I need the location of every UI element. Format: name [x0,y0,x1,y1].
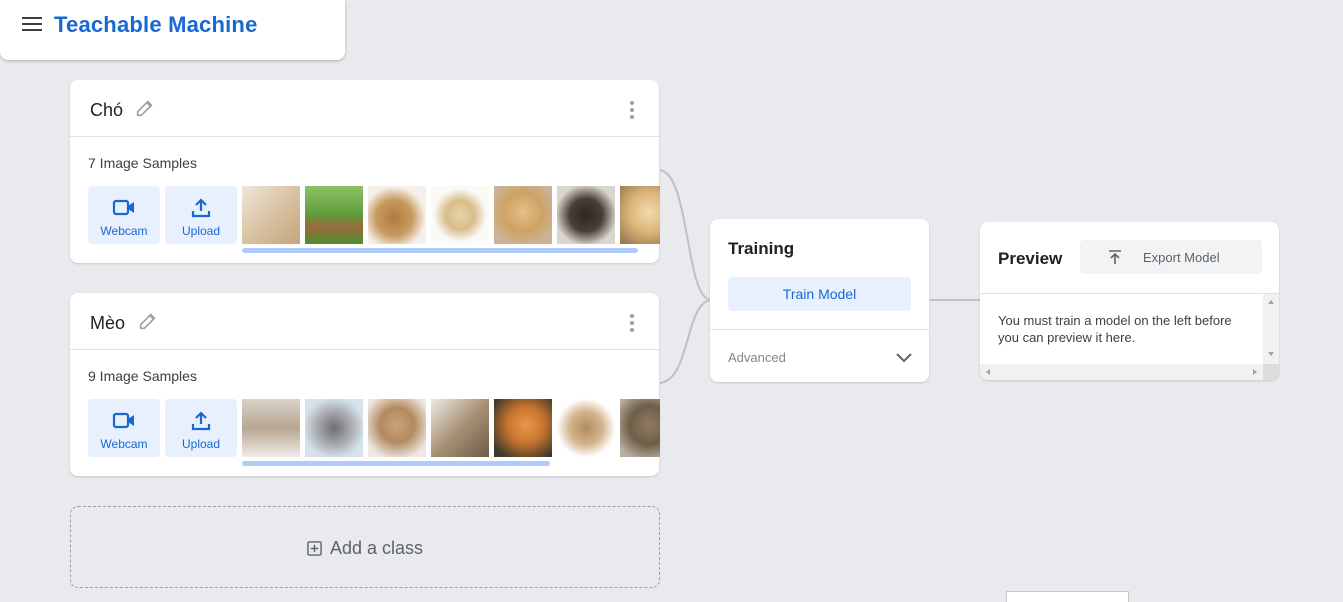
golden-puppy-photo[interactable] [494,186,552,244]
scroll-left-icon[interactable] [986,369,990,375]
more-options-icon[interactable] [629,101,635,119]
beagle-photo[interactable] [305,186,363,244]
samples-count: 7 Image Samples [88,155,197,171]
training-card: Training Train Model Advanced [710,219,929,382]
scroll-right-icon[interactable] [1253,369,1257,375]
samples-progress-bar[interactable] [242,248,638,253]
hamburger-menu-icon[interactable] [22,17,42,33]
scroll-down-icon[interactable] [1268,352,1274,356]
kittens-photo[interactable] [242,399,300,457]
divider [980,293,1279,294]
samples-progress-bar[interactable] [242,461,550,466]
scroll-up-icon[interactable] [1268,300,1274,304]
horizontal-scrollbar[interactable] [980,364,1263,380]
preview-message: You must train a model on the left befor… [998,313,1232,345]
class-card-cho: Chó 7 Image Samples Webcam Upload [70,80,660,263]
upload-button[interactable]: Upload [165,399,237,457]
app-title[interactable]: Teachable Machine [54,12,258,38]
export-icon [1109,250,1121,264]
webcam-icon [112,412,134,429]
add-class-label: Add a class [330,538,424,558]
add-box-icon [307,541,322,556]
export-model-label: Export Model [1143,250,1220,265]
tabby-lying-photo[interactable] [431,399,489,457]
train-model-button[interactable]: Train Model [728,277,911,311]
more-options-icon[interactable] [629,314,635,332]
divider [710,329,929,330]
class-card-header: Mèo [70,293,659,350]
webcam-icon [112,199,134,216]
preview-card: Preview Export Model You must train a mo… [980,222,1279,380]
grey-kitten-photo[interactable] [305,399,363,457]
upload-label: Upload [181,437,221,451]
black-puppy-photo[interactable] [557,186,615,244]
upload-icon [191,198,211,218]
scrollbar-corner [1263,364,1279,380]
webcam-button[interactable]: Webcam [88,399,160,457]
class-card-header: Chó [70,80,659,137]
orange-cat-photo[interactable] [494,399,552,457]
preview-title: Preview [998,249,1063,268]
class-name[interactable]: Chó [90,100,123,121]
labrador-photo[interactable] [431,186,489,244]
class-card-meo: Mèo 9 Image Samples Webcam Upload [70,293,660,476]
upload-label: Upload [181,224,221,238]
golden-retriever-photo[interactable] [620,186,660,244]
samples-count: 9 Image Samples [88,368,197,384]
partial-panel [1006,591,1129,602]
webcam-label: Webcam [100,437,148,451]
training-title: Training [728,239,795,258]
sample-thumbnails [242,186,660,244]
webcam-label: Webcam [100,224,148,238]
fluffy-cat-photo[interactable] [368,399,426,457]
advanced-label[interactable]: Advanced [728,350,786,365]
brown-dog-photo[interactable] [368,186,426,244]
puppy-photo[interactable] [242,186,300,244]
add-class-button[interactable]: Add a class [70,506,660,588]
surprised-cat-photo[interactable] [557,399,615,457]
class-name[interactable]: Mèo [90,313,125,334]
chevron-down-icon[interactable] [895,351,913,363]
sample-thumbnails [242,399,660,457]
webcam-button[interactable]: Webcam [88,186,160,244]
upload-icon [191,411,211,431]
vertical-scrollbar[interactable] [1263,294,1279,364]
edit-pencil-icon[interactable] [134,97,156,119]
export-model-button[interactable]: Export Model [1080,240,1262,274]
edit-pencil-icon[interactable] [137,310,159,332]
upload-button[interactable]: Upload [165,186,237,244]
app-header: Teachable Machine [0,0,345,60]
tabby-cat-photo[interactable] [620,399,660,457]
